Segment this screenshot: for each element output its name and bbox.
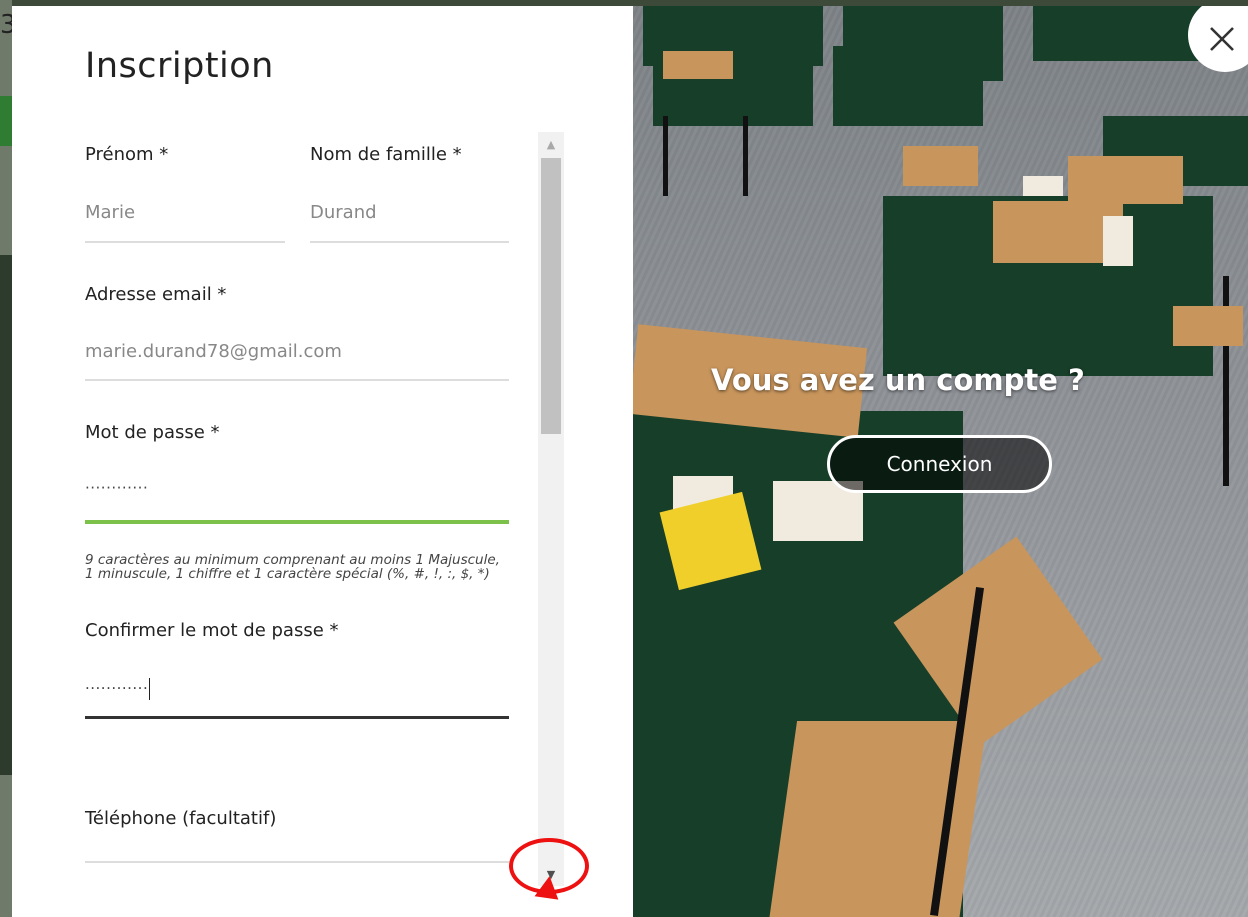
background-dark-block [0,255,12,775]
form-scroll-area[interactable]: Prénom * Marie Nom de famille * Durand A… [12,126,582,917]
background-page: 3 [0,0,17,917]
photo-chair-back [903,146,978,186]
form-title: Inscription [85,46,274,86]
signup-modal: Inscription Prénom * Marie Nom de famill… [12,6,1248,917]
login-button[interactable]: Connexion [827,435,1052,493]
photo-bidding-box [1023,176,1063,196]
scroll-up-arrow-icon[interactable]: ▲ [538,132,564,156]
photo-table [833,46,983,126]
close-icon [1210,27,1234,51]
photo-chair-back [1173,306,1243,346]
confirm-password-input[interactable]: ············ [85,678,151,700]
password-label: Mot de passe * [85,422,220,443]
phone-input[interactable] [85,838,509,860]
password-help-text: 9 caractères au minimum comprenant au mo… [85,552,500,582]
email-input[interactable]: marie.durand78@gmail.com [85,341,342,362]
text-cursor [149,678,151,700]
confirm-password-label: Confirmer le mot de passe * [85,620,339,641]
last-name-input[interactable]: Durand [310,202,377,223]
form-scrollbar[interactable]: ▲ ▼ [538,132,564,886]
annotation-arrow-icon [534,874,562,900]
email-label: Adresse email * [85,284,227,305]
phone-underline [85,861,509,863]
last-name-label: Nom de famille * [310,144,462,165]
photo-chair-leg [663,116,668,196]
first-name-label: Prénom * [85,144,169,165]
first-name-input[interactable]: Marie [85,202,135,223]
login-promo-pane: Vous avez un compte ? Connexion [633,6,1248,917]
signup-form-pane: Inscription Prénom * Marie Nom de famill… [12,6,633,917]
scrollbar-thumb[interactable] [541,158,561,434]
password-strength-bar [85,520,509,524]
last-name-underline [310,241,509,243]
photo-chair-back [663,51,733,79]
phone-label: Téléphone (facultatif) [85,808,277,829]
login-prompt-heading: Vous avez un compte ? [711,363,1085,397]
background-green-bar [0,96,12,146]
photo-chair-leg [743,116,748,196]
email-underline [85,379,509,381]
photo-bidding-box [1103,216,1133,266]
password-input[interactable]: ············ [85,479,148,497]
confirm-password-underline [85,716,509,719]
photo-chair-back [1068,156,1183,204]
confirm-password-value: ············ [85,679,149,698]
first-name-underline [85,241,285,243]
